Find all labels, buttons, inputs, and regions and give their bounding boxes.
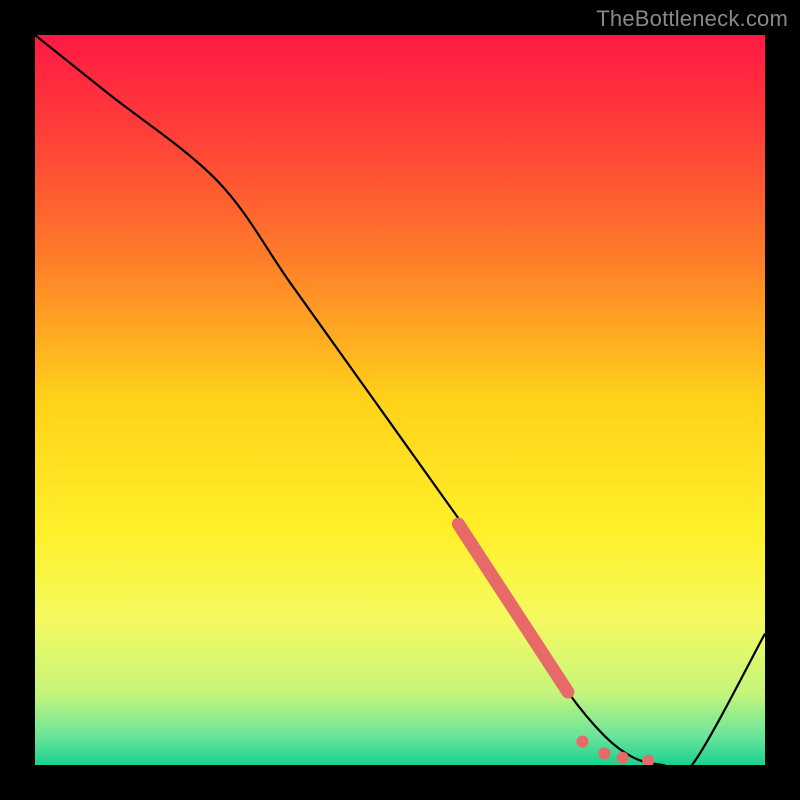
- plot-area: [35, 35, 765, 765]
- highlight-dot: [617, 752, 629, 764]
- highlight-dot: [598, 747, 610, 759]
- chart-frame: TheBottleneck.com: [0, 0, 800, 800]
- gradient-background: [35, 35, 765, 765]
- chart-svg: [35, 35, 765, 765]
- watermark-text: TheBottleneck.com: [596, 6, 788, 32]
- highlight-dot: [577, 736, 589, 748]
